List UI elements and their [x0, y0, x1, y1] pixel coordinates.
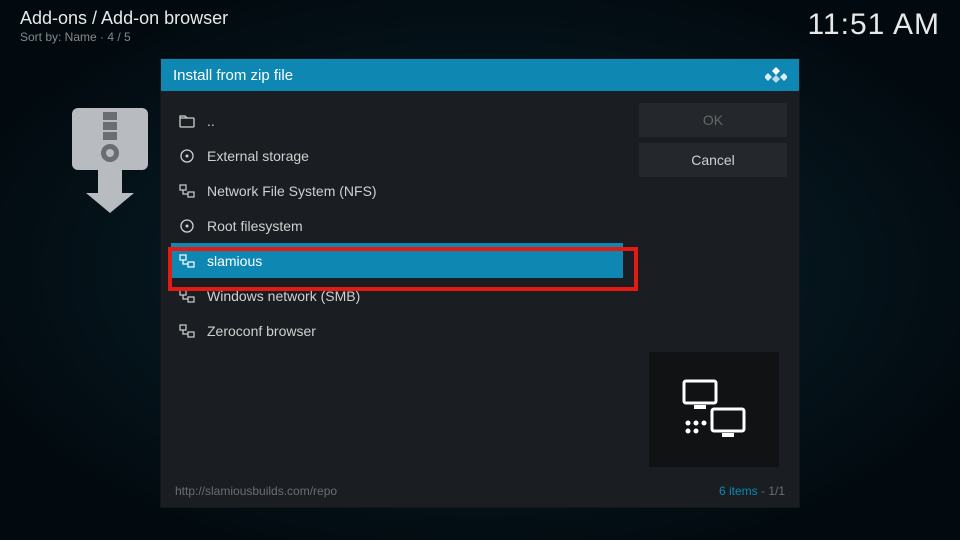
- list-item-label: Windows network (SMB): [207, 288, 360, 304]
- list-item-root[interactable]: Root filesystem: [171, 208, 623, 243]
- list-item-label: Root filesystem: [207, 218, 303, 234]
- cancel-button[interactable]: Cancel: [639, 143, 787, 177]
- dialog-title: Install from zip file: [173, 67, 293, 84]
- folder-up-icon: [179, 114, 195, 128]
- dialog-body: .. External storage Network File System …: [161, 91, 799, 481]
- list-item-external-storage[interactable]: External storage: [171, 138, 623, 173]
- install-from-zip-dialog: Install from zip file .. Extern: [160, 58, 800, 508]
- list-item-label: slamious: [207, 253, 262, 269]
- file-list[interactable]: .. External storage Network File System …: [171, 103, 631, 481]
- network-icon: [179, 289, 195, 303]
- list-item-parent[interactable]: ..: [171, 103, 623, 138]
- zip-install-icon: [68, 108, 152, 213]
- list-item-slamious[interactable]: slamious: [171, 243, 623, 278]
- disk-icon: [179, 149, 195, 163]
- list-item-smb[interactable]: Windows network (SMB): [171, 278, 623, 313]
- sort-info: Sort by: Name · 4 / 5: [20, 30, 228, 44]
- kodi-logo-icon: [765, 66, 787, 84]
- list-item-zeroconf[interactable]: Zeroconf browser: [171, 313, 623, 348]
- list-item-label: Network File System (NFS): [207, 183, 377, 199]
- list-item-label: External storage: [207, 148, 309, 164]
- network-icon: [179, 324, 195, 338]
- list-item-label: Zeroconf browser: [207, 323, 316, 339]
- preview-thumbnail: [649, 352, 779, 467]
- dialog-footer: http://slamiousbuilds.com/repo 6 items -…: [161, 481, 799, 507]
- network-icon: [179, 254, 195, 268]
- list-item-label: ..: [207, 113, 215, 129]
- disk-icon: [179, 219, 195, 233]
- top-left: Add-ons / Add-on browser Sort by: Name ·…: [20, 8, 228, 44]
- clock: 11:51 AM: [807, 8, 940, 42]
- network-icon: [179, 184, 195, 198]
- top-bar: Add-ons / Add-on browser Sort by: Name ·…: [0, 0, 960, 50]
- dialog-header: Install from zip file: [161, 59, 799, 91]
- footer-count: 6 items - 1/1: [719, 484, 785, 498]
- breadcrumb: Add-ons / Add-on browser: [20, 8, 228, 29]
- list-item-nfs[interactable]: Network File System (NFS): [171, 173, 623, 208]
- ok-button[interactable]: OK: [639, 103, 787, 137]
- footer-path: http://slamiousbuilds.com/repo: [175, 484, 337, 498]
